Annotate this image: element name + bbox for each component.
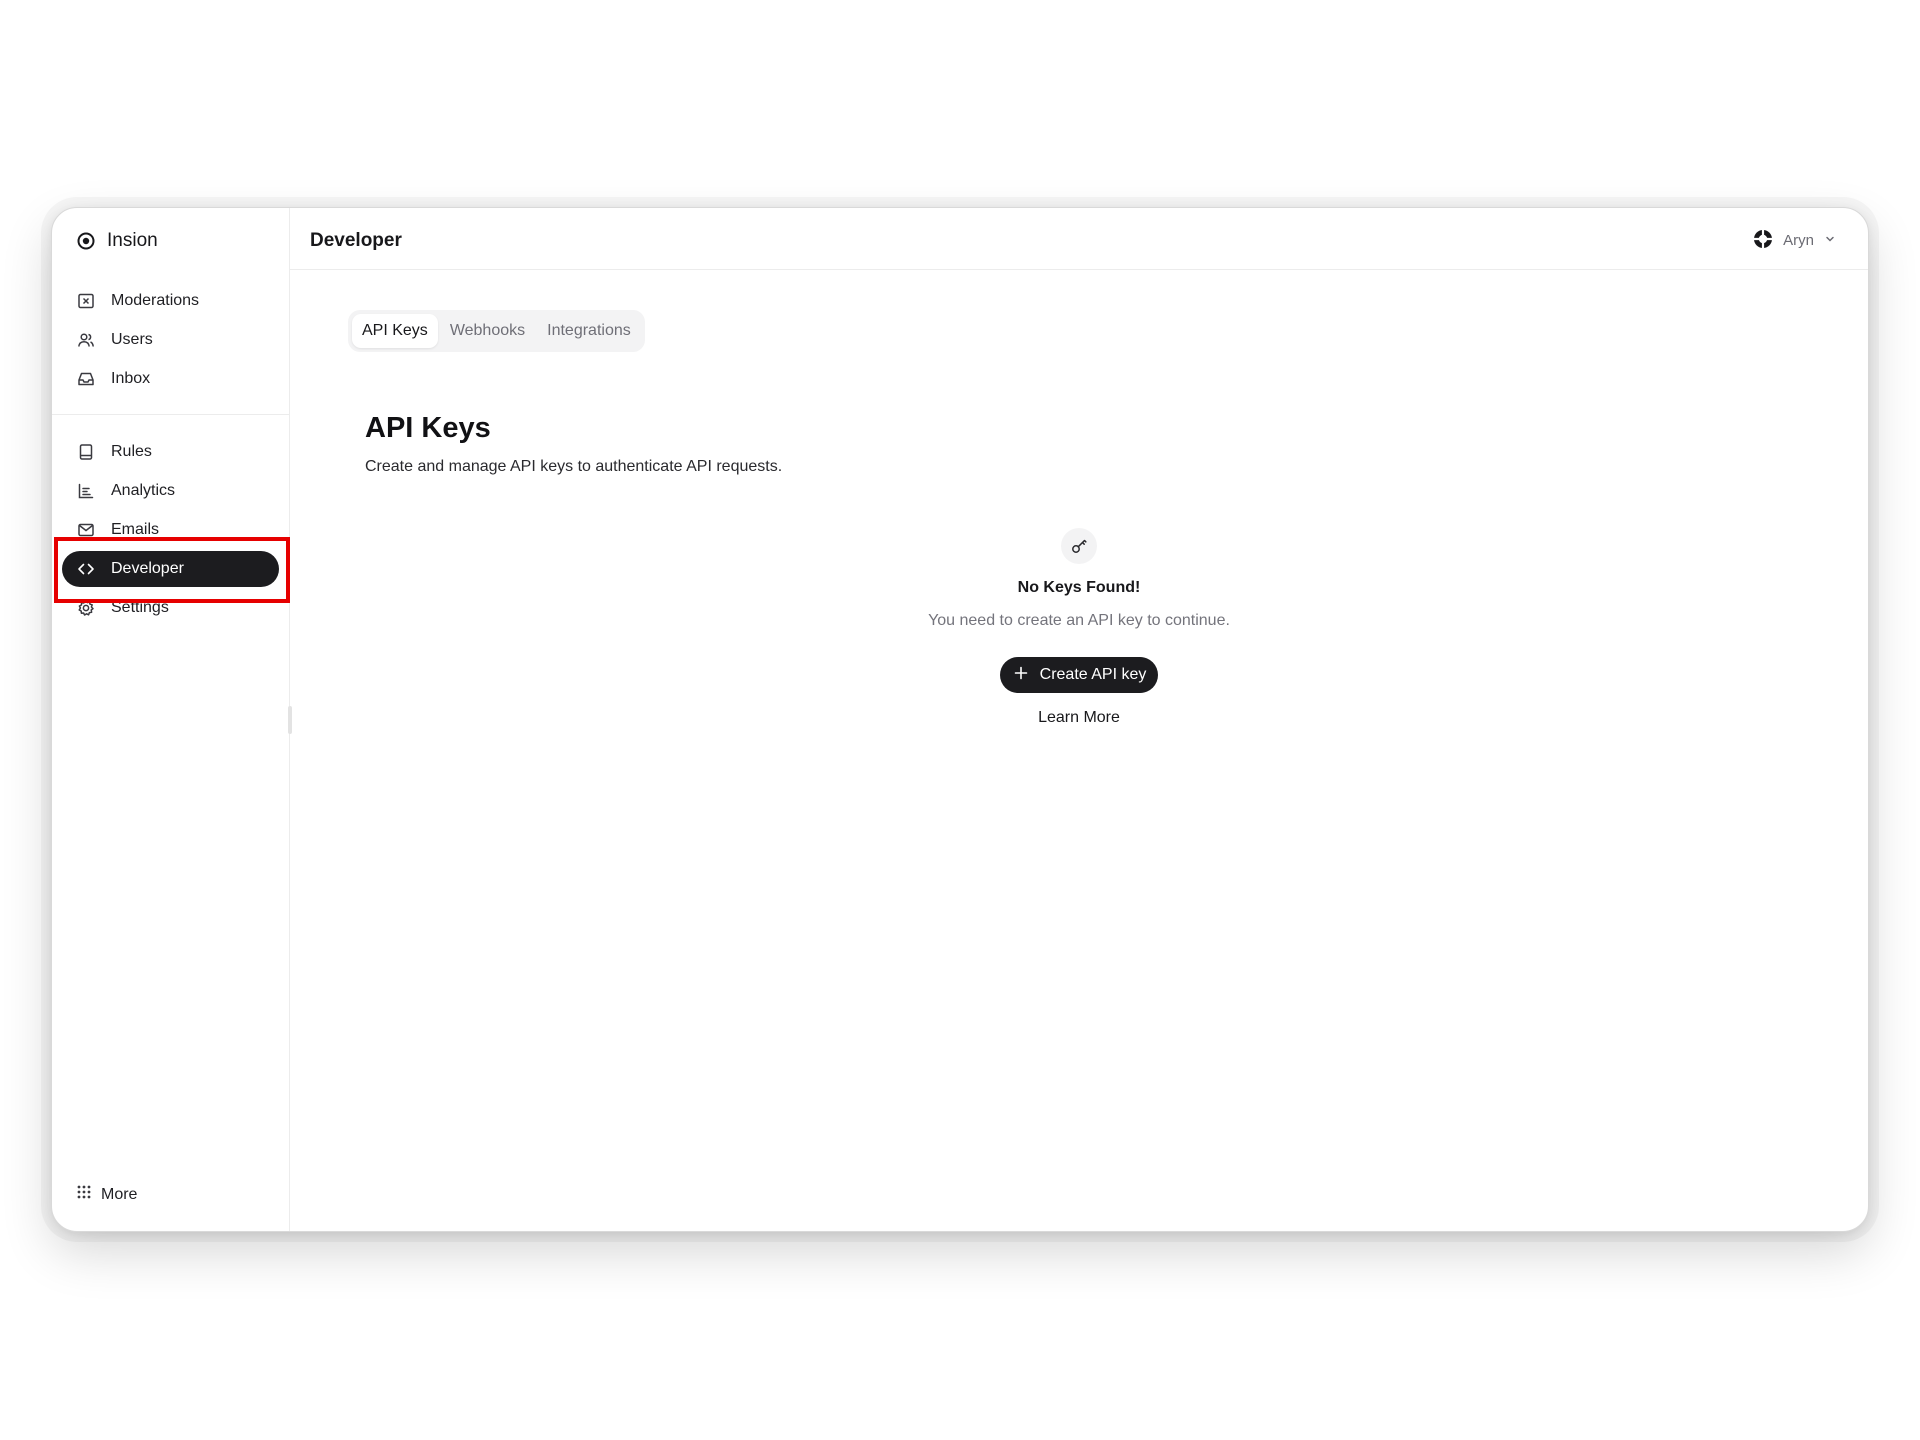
sidebar-item-rules[interactable]: Rules	[62, 434, 279, 470]
sidebar-item-users[interactable]: Users	[62, 322, 279, 358]
brand[interactable]: Insion	[52, 208, 289, 270]
app-window: Insion Moderations Users Inbox Rules Analyti…	[51, 207, 1869, 1232]
grid-icon	[76, 1184, 92, 1205]
sidebar-item-label: Developer	[111, 560, 184, 577]
sidebar-item-settings[interactable]: Settings	[62, 590, 279, 626]
sidebar-item-label: Inbox	[111, 370, 151, 387]
gear-icon	[76, 598, 96, 618]
section-description: Create and manage API keys to authentica…	[365, 458, 783, 475]
chevron-down-icon	[1824, 232, 1836, 249]
more-button[interactable]: More	[76, 1184, 137, 1205]
sidebar-item-developer[interactable]: Developer	[62, 551, 279, 587]
sidebar-item-emails[interactable]: Emails	[62, 512, 279, 548]
sidebar-item-label: Moderations	[111, 292, 200, 309]
user-menu[interactable]: Aryn	[1753, 229, 1836, 253]
main-content: Developer Aryn API Keys Webhooks Integra…	[290, 208, 1868, 1231]
page-title: Developer	[310, 229, 402, 251]
plus-icon	[1014, 666, 1028, 685]
avatar	[1753, 229, 1773, 253]
tab-api-keys[interactable]: API Keys	[352, 314, 438, 348]
users-icon	[76, 330, 96, 350]
empty-title: No Keys Found!	[1017, 579, 1141, 596]
logo-icon	[76, 231, 96, 251]
user-name: Aryn	[1783, 232, 1814, 249]
create-api-key-button[interactable]: Create API key	[999, 657, 1159, 693]
sidebar-item-moderations[interactable]: Moderations	[62, 283, 279, 319]
mail-icon	[76, 520, 96, 540]
sidebar-group: Moderations Users Inbox	[52, 270, 289, 410]
learn-more-link[interactable]: Learn More	[1038, 709, 1120, 727]
sidebar-item-label: Emails	[111, 521, 160, 538]
empty-state: No Keys Found! You need to create an API…	[290, 528, 1868, 727]
book-icon	[76, 442, 96, 462]
sidebar-item-analytics[interactable]: Analytics	[62, 473, 279, 509]
sidebar-group: Rules Analytics Emails Developer Settings	[52, 421, 289, 639]
top-bar: Developer Aryn	[290, 208, 1868, 270]
key-icon	[1061, 528, 1097, 564]
section-heading: API Keys	[365, 412, 491, 444]
inbox-icon	[76, 369, 96, 389]
code-icon	[76, 559, 96, 579]
tab-integrations[interactable]: Integrations	[537, 314, 641, 348]
sidebar-item-label: Rules	[111, 443, 152, 460]
sidebar-nav: Moderations Users Inbox Rules Analytics Email…	[52, 270, 289, 639]
square-x-icon	[76, 291, 96, 311]
empty-description: You need to create an API key to continu…	[928, 612, 1230, 629]
create-api-key-label: Create API key	[1039, 666, 1147, 683]
tab-bar: API Keys Webhooks Integrations	[348, 310, 645, 352]
sidebar: Insion Moderations Users Inbox Rules Analyti…	[52, 208, 292, 1231]
tab-webhooks[interactable]: Webhooks	[440, 314, 535, 348]
sidebar-item-label: Users	[111, 331, 153, 348]
sidebar-item-label: Analytics	[111, 482, 176, 499]
sidebar-item-inbox[interactable]: Inbox	[62, 361, 279, 397]
bar-chart-icon	[76, 481, 96, 501]
brand-name: Insion	[107, 230, 158, 251]
more-label: More	[101, 1185, 138, 1203]
sidebar-divider	[52, 414, 289, 415]
sidebar-item-label: Settings	[111, 599, 169, 616]
